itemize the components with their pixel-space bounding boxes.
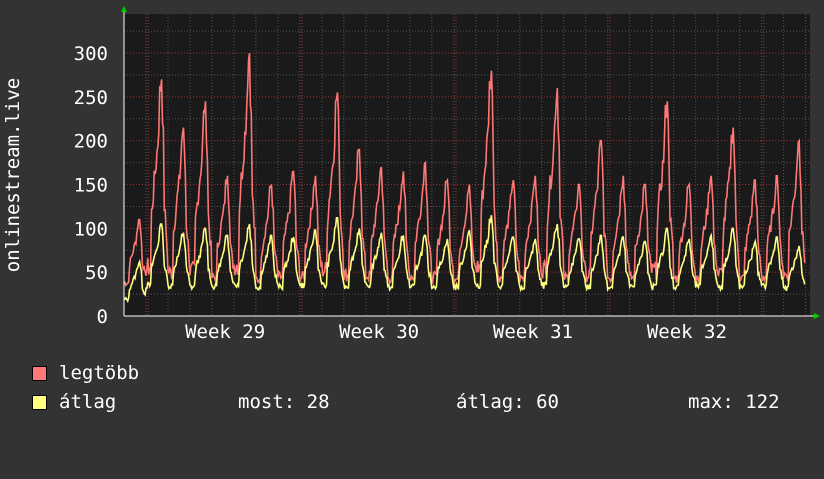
x-tick-label: Week 30 bbox=[339, 321, 419, 343]
x-axis-arrow bbox=[814, 313, 820, 319]
y-tick-label: 100 bbox=[74, 218, 108, 240]
y-tick-label: 50 bbox=[85, 262, 108, 284]
stat-atlag: átlag: 60 bbox=[456, 391, 559, 413]
y-tick-label: 0 bbox=[97, 306, 108, 328]
legend-swatch-legtobb bbox=[32, 366, 47, 381]
stat-max: max: 122 bbox=[688, 391, 780, 413]
chart-root: 0 50 100 150 200 250 300 Week 29 Week 30 Week 31 W… bbox=[0, 0, 824, 430]
y-axis-label: onlinestream.live bbox=[2, 77, 24, 273]
legend-item-atlag: átlag bbox=[32, 391, 116, 413]
legend-swatch-atlag bbox=[32, 395, 47, 410]
y-tick-label: 300 bbox=[74, 43, 108, 65]
x-tick-label: Week 31 bbox=[493, 321, 573, 343]
y-axis-arrow bbox=[121, 6, 127, 12]
y-tick-label: 250 bbox=[74, 87, 108, 109]
stat-most: most: 28 bbox=[238, 391, 330, 413]
y-tick-label: 200 bbox=[74, 131, 108, 153]
legend-label-atlag: átlag bbox=[59, 391, 117, 413]
y-axis-label-wrap: onlinestream.live bbox=[0, 30, 26, 320]
legend-item-legtobb: legtöbb bbox=[32, 362, 139, 384]
y-tick-label: 150 bbox=[74, 175, 108, 197]
x-tick-label: Week 32 bbox=[647, 321, 727, 343]
plot-area bbox=[124, 14, 810, 316]
legend-label-legtobb: legtöbb bbox=[59, 362, 140, 384]
x-tick-label: Week 29 bbox=[185, 321, 265, 343]
